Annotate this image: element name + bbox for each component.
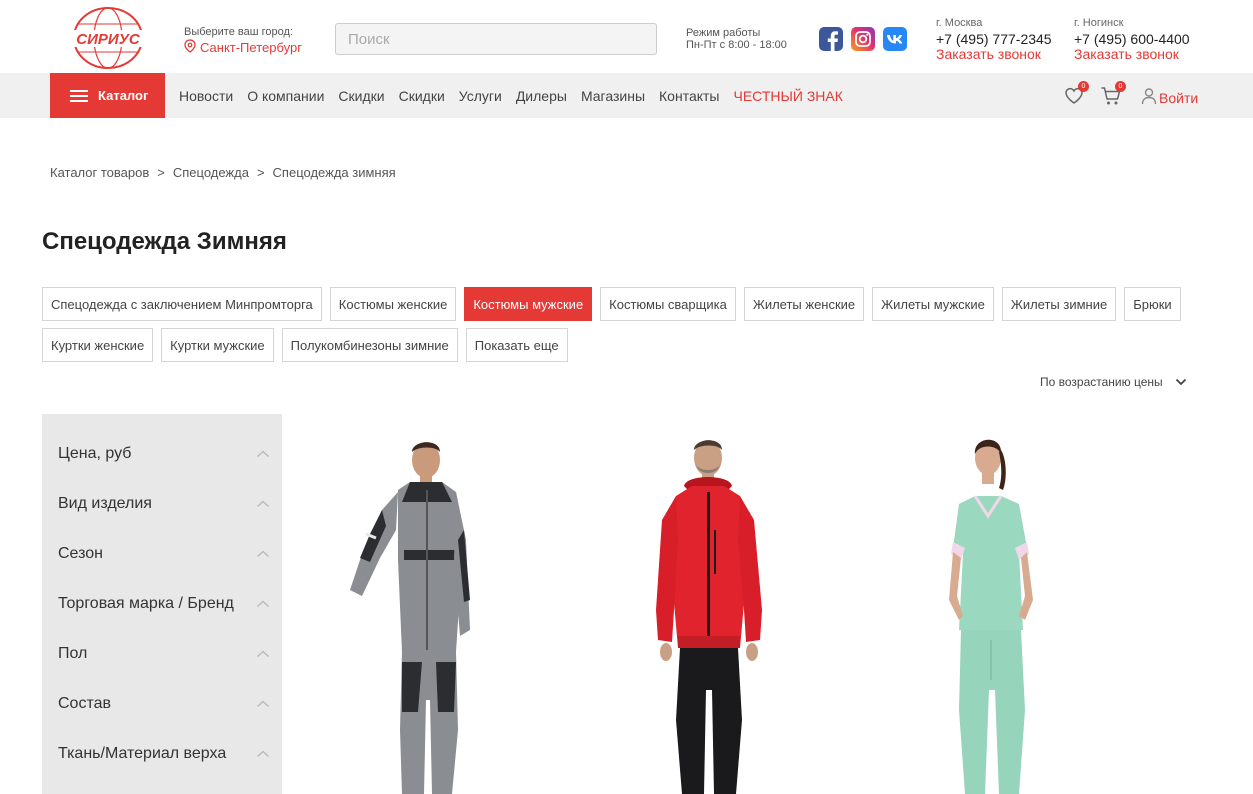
menu-icon [70,89,88,102]
chevron-up-icon [256,645,270,663]
filter-gender[interactable]: Пол [58,642,270,666]
favorites-count-badge: 0 [1078,81,1089,92]
heart-icon [1063,87,1085,111]
breadcrumb-item[interactable]: Каталог товаров [50,165,149,180]
category-chip[interactable]: Жилеты мужские [872,287,994,321]
sort-label: По возрастанию цены [1040,375,1163,389]
category-chip[interactable]: Полукомбинезоны зимние [281,328,458,362]
phone-noginsk: г. Ногинск +7 (495) 600-4400 Заказать зв… [1074,17,1190,62]
category-chip[interactable]: Жилеты зимние [1001,287,1117,321]
product-card-image[interactable] [915,430,1065,794]
cart-button[interactable]: 0 [1100,81,1126,107]
breadcrumb-item[interactable]: Спецодежда [173,165,249,180]
nav-link-discounts[interactable]: Скидки [338,88,384,104]
product-card-image[interactable] [628,430,788,794]
instagram-icon[interactable] [851,27,875,51]
chevron-up-icon [256,445,270,463]
user-icon [1141,87,1157,108]
chevron-up-icon [256,545,270,563]
catalog-label: Каталог [98,88,149,103]
city-name: Санкт-Петербург [200,39,302,55]
callback-link[interactable]: Заказать звонок [1074,47,1190,62]
filter-price[interactable]: Цена, руб [58,442,270,466]
logo-text: СИРИУС [76,31,141,48]
filter-label: Пол [58,645,88,662]
catalog-button[interactable]: Каталог [50,73,165,118]
breadcrumb-item-current[interactable]: Спецодежда зимняя [273,165,396,180]
callback-link[interactable]: Заказать звонок [936,47,1052,62]
city-label: Выберите ваш город: [184,26,293,38]
facebook-icon[interactable] [819,27,843,51]
main-navigation: Каталог Новости О компании Скидки Скидки… [0,73,1253,118]
breadcrumb-separator: > [157,165,165,180]
nav-link-stores[interactable]: Магазины [581,88,645,104]
nav-links: Новости О компании Скидки Скидки Услуги … [179,73,857,118]
nav-link-honest-sign[interactable]: ЧЕСТНЫЙ ЗНАК [734,88,843,104]
phone-city: г. Ногинск [1074,17,1124,29]
chevron-up-icon [256,695,270,713]
city-selector[interactable]: Выберите ваш город: Санкт-Петербург [184,26,302,56]
cart-icon [1100,87,1122,111]
category-chip[interactable]: Куртки мужские [161,328,274,362]
breadcrumb: Каталог товаров > Спецодежда > Спецодежд… [50,165,396,180]
filter-label: Сезон [58,545,103,562]
phone-moscow: г. Москва +7 (495) 777-2345 Заказать зво… [936,17,1052,62]
page-title: Спецодежда Зимняя [42,228,287,255]
category-chip-active[interactable]: Костюмы мужские [464,287,593,321]
search-input[interactable] [335,23,657,55]
hours-label: Режим работы [686,27,761,39]
cart-count-badge: 0 [1115,81,1126,92]
product-card-image[interactable] [340,430,490,794]
category-chip[interactable]: Жилеты женские [743,287,865,321]
filter-label: Цена, руб [58,445,132,462]
chevron-up-icon [256,745,270,763]
filter-season[interactable]: Сезон [58,542,270,566]
nav-link-contacts[interactable]: Контакты [659,88,719,104]
category-chip[interactable]: Костюмы сварщика [600,287,736,321]
login-button[interactable]: Войти [1141,87,1198,108]
city-value[interactable]: Санкт-Петербург [184,39,302,56]
nav-link-news[interactable]: Новости [179,88,233,104]
breadcrumb-separator: > [256,165,265,180]
top-header: СИРИУС Выберите ваш город: Санкт-Петербу… [0,0,1253,73]
nav-link-about[interactable]: О компании [247,88,324,104]
sort-dropdown[interactable]: По возрастанию цены [1040,375,1187,389]
phone-number[interactable]: +7 (495) 600-4400 [1074,31,1190,47]
filter-product-type[interactable]: Вид изделия [58,492,270,516]
show-more-button[interactable]: Показать еще [465,328,568,362]
nav-link-discounts-2[interactable]: Скидки [399,88,445,104]
location-pin-icon [184,39,196,56]
category-chip[interactable]: Брюки [1124,287,1181,321]
chevron-up-icon [256,495,270,513]
vk-icon[interactable] [883,27,907,51]
sirius-logo[interactable]: СИРИУС [68,4,148,72]
favorites-button[interactable]: 0 [1063,81,1089,107]
category-chip[interactable]: Костюмы женские [329,287,457,321]
phone-number[interactable]: +7 (495) 777-2345 [936,31,1052,47]
login-label: Войти [1159,89,1199,106]
filter-brand[interactable]: Торговая марка / Бренд [58,592,270,616]
filter-label: Торговая марка / Бренд [58,595,234,612]
filter-label: Ткань/Материал верха [58,745,227,762]
filter-sidebar: Цена, руб Вид изделия Сезон Торговая мар… [42,414,282,794]
chevron-down-icon [1175,375,1187,389]
category-chip[interactable]: Спецодежда с заключением Минпромторга [42,287,322,321]
phone-city: г. Москва [936,17,983,29]
category-chips: Спецодежда с заключением Минпромторга Ко… [42,287,1212,362]
nav-link-services[interactable]: Услуги [459,88,502,104]
category-chip[interactable]: Куртки женские [42,328,154,362]
chevron-up-icon [256,595,270,613]
working-hours: Режим работы Пн-Пт с 8:00 - 18:00 [686,27,787,51]
filter-label: Вид изделия [58,495,152,512]
filter-label: Состав [58,695,111,712]
filter-composition[interactable]: Состав [58,692,270,716]
nav-link-dealers[interactable]: Дилеры [516,88,567,104]
filter-fabric[interactable]: Ткань/Материал верха [58,742,270,766]
hours-value: Пн-Пт с 8:00 - 18:00 [686,39,787,51]
